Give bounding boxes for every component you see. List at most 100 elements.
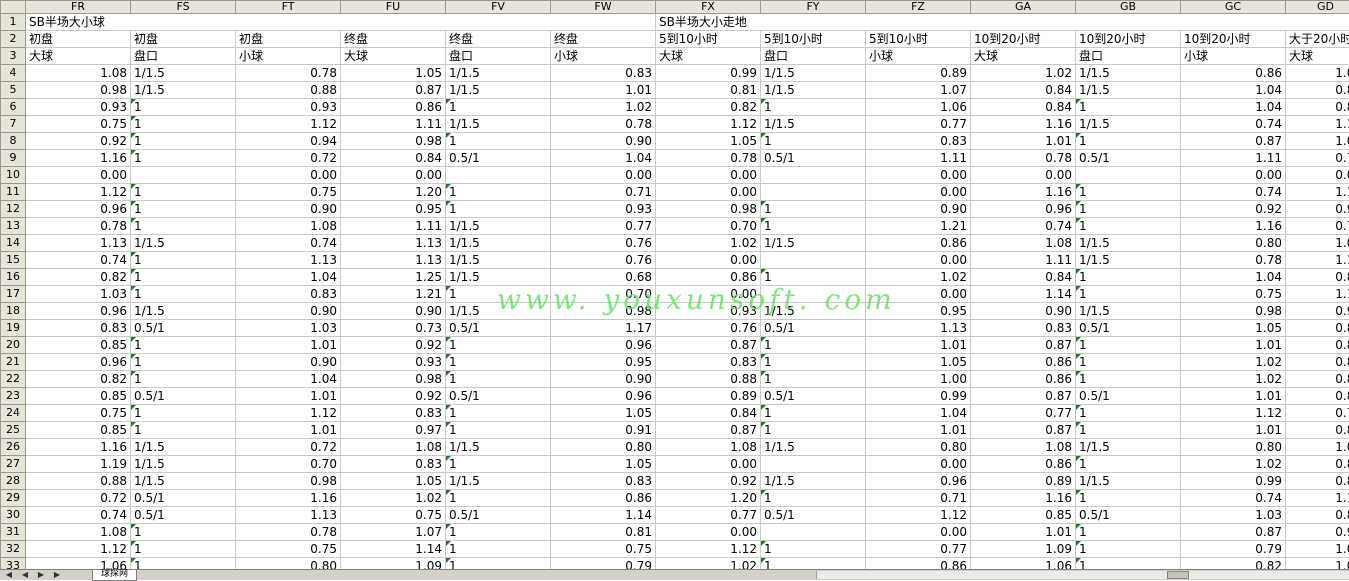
column-header[interactable]: FT [236, 1, 341, 14]
handicap-cell[interactable]: 1/1.5 [446, 303, 551, 320]
odds-cell[interactable]: 0.71 [866, 490, 971, 507]
odds-cell[interactable]: 0.89 [866, 65, 971, 82]
row-header[interactable]: 21 [1, 354, 26, 371]
handicap-cell[interactable]: 1/1.5 [1076, 116, 1181, 133]
row-header[interactable]: 33 [1, 558, 26, 570]
odds-cell[interactable]: 0.88 [26, 473, 131, 490]
handicap-cell[interactable]: 1/1.5 [761, 116, 866, 133]
odds-cell[interactable]: 0.92 [26, 133, 131, 150]
odds-cell[interactable]: 0.82 [1181, 558, 1286, 570]
odds-cell[interactable]: 1.25 [341, 269, 446, 286]
row-header[interactable]: 27 [1, 456, 26, 473]
odds-cell[interactable]: 0.80 [1181, 235, 1286, 252]
handicap-cell[interactable]: 1 [131, 184, 236, 201]
row-header[interactable]: 30 [1, 507, 26, 524]
row-header[interactable]: 25 [1, 422, 26, 439]
handicap-cell[interactable]: 0.5/1 [1076, 150, 1181, 167]
odds-cell[interactable]: 1.11 [1181, 150, 1286, 167]
column-header[interactable]: GC [1181, 1, 1286, 14]
odds-cell[interactable]: 1.21 [341, 286, 446, 303]
odds-cell[interactable]: 1.08 [1286, 235, 1349, 252]
odds-cell[interactable]: 1.03 [236, 320, 341, 337]
odds-cell[interactable]: 0.89 [656, 388, 761, 405]
handicap-cell[interactable]: 1 [446, 490, 551, 507]
handicap-cell[interactable] [761, 456, 866, 473]
row-header[interactable]: 13 [1, 218, 26, 235]
odds-cell[interactable]: 1.01 [971, 524, 1076, 541]
odds-cell[interactable]: 0.00 [866, 252, 971, 269]
odds-cell[interactable]: 0.95 [866, 303, 971, 320]
handicap-cell[interactable]: 1 [131, 405, 236, 422]
cell[interactable] [341, 14, 446, 31]
odds-cell[interactable]: 1.01 [1181, 337, 1286, 354]
handicap-cell[interactable]: 0.5/1 [1076, 507, 1181, 524]
spreadsheet-grid[interactable]: FRFSFTFUFVFWFXFYFZGAGBGCGD 1SB半场大小球SB半场大… [0, 0, 1349, 569]
handicap-cell[interactable]: 1/1.5 [131, 235, 236, 252]
odds-cell[interactable]: 1.16 [1286, 184, 1349, 201]
header-cell[interactable]: 小球 [236, 48, 341, 65]
odds-cell[interactable]: 1.07 [341, 524, 446, 541]
odds-cell[interactable]: 0.84 [1286, 456, 1349, 473]
odds-cell[interactable]: 1.01 [236, 422, 341, 439]
odds-cell[interactable]: 0.68 [551, 269, 656, 286]
handicap-cell[interactable]: 1 [131, 286, 236, 303]
odds-cell[interactable]: 0.74 [1181, 184, 1286, 201]
odds-cell[interactable]: 0.84 [341, 150, 446, 167]
handicap-cell[interactable]: 1/1.5 [1076, 473, 1181, 490]
handicap-cell[interactable]: 1 [761, 133, 866, 150]
handicap-cell[interactable]: 1 [131, 269, 236, 286]
header-cell[interactable]: 小球 [866, 48, 971, 65]
odds-cell[interactable]: 0.86 [656, 269, 761, 286]
odds-cell[interactable]: 0.00 [866, 167, 971, 184]
handicap-cell[interactable]: 1/1.5 [761, 82, 866, 99]
odds-cell[interactable]: 0.82 [26, 269, 131, 286]
header-cell[interactable]: 大球 [656, 48, 761, 65]
header-cell[interactable]: 10到20小时 [1181, 31, 1286, 48]
row-header[interactable]: 8 [1, 133, 26, 150]
odds-cell[interactable]: 0.75 [341, 507, 446, 524]
row-header[interactable]: 22 [1, 371, 26, 388]
odds-cell[interactable]: 1.16 [971, 116, 1076, 133]
handicap-cell[interactable]: 1 [761, 405, 866, 422]
odds-cell[interactable]: 0.00 [971, 167, 1076, 184]
handicap-cell[interactable]: 1/1.5 [131, 439, 236, 456]
odds-cell[interactable]: 0.75 [236, 541, 341, 558]
row-header[interactable]: 20 [1, 337, 26, 354]
header-cell[interactable]: 10到20小时 [1076, 31, 1181, 48]
handicap-cell[interactable]: 1/1.5 [1076, 439, 1181, 456]
odds-cell[interactable]: 0.00 [26, 167, 131, 184]
odds-cell[interactable]: 1.12 [656, 541, 761, 558]
odds-cell[interactable]: 0.96 [551, 388, 656, 405]
handicap-cell[interactable]: 1 [761, 422, 866, 439]
group-title-cell[interactable]: SB半场大小走地 [656, 14, 761, 31]
row-header[interactable]: 17 [1, 286, 26, 303]
handicap-cell[interactable]: 1 [1076, 354, 1181, 371]
header-cell[interactable]: 大球 [1286, 48, 1349, 65]
odds-cell[interactable]: 0.80 [551, 439, 656, 456]
handicap-cell[interactable]: 1/1.5 [446, 65, 551, 82]
odds-cell[interactable]: 1.12 [26, 541, 131, 558]
odds-cell[interactable]: 1.04 [551, 150, 656, 167]
handicap-cell[interactable]: 1 [761, 99, 866, 116]
handicap-cell[interactable]: 0.5/1 [1076, 320, 1181, 337]
handicap-cell[interactable]: 1 [1076, 201, 1181, 218]
odds-cell[interactable]: 0.81 [656, 82, 761, 99]
odds-cell[interactable]: 1.01 [1286, 133, 1349, 150]
odds-cell[interactable]: 0.74 [26, 507, 131, 524]
handicap-cell[interactable]: 1 [131, 541, 236, 558]
scrollbar-thumb[interactable] [1167, 571, 1189, 579]
odds-cell[interactable]: 0.84 [971, 82, 1076, 99]
handicap-cell[interactable]: 1 [1076, 99, 1181, 116]
header-cell[interactable]: 小球 [1181, 48, 1286, 65]
header-cell[interactable]: 初盘 [131, 31, 236, 48]
header-cell[interactable]: 大球 [341, 48, 446, 65]
odds-cell[interactable]: 1.16 [1286, 490, 1349, 507]
row-header[interactable]: 18 [1, 303, 26, 320]
handicap-cell[interactable] [761, 524, 866, 541]
handicap-cell[interactable]: 1 [761, 269, 866, 286]
odds-cell[interactable]: 0.84 [971, 269, 1076, 286]
handicap-cell[interactable] [446, 167, 551, 184]
odds-cell[interactable]: 0.75 [551, 541, 656, 558]
odds-cell[interactable]: 0.96 [26, 201, 131, 218]
odds-cell[interactable]: 1.12 [1181, 405, 1286, 422]
